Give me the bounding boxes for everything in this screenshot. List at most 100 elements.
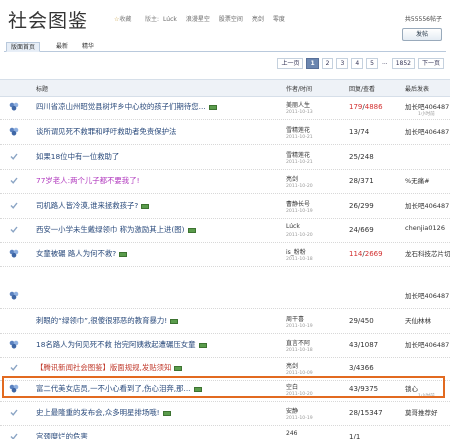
col-replies: 回复/查看 [349, 86, 376, 93]
tab-latest[interactable]: 最新 [52, 42, 72, 52]
thread-date: 2011-10-21 [286, 160, 313, 165]
image-attachment-icon [119, 251, 128, 257]
thread-title-link[interactable]: 宫颈糜烂的危害 [36, 431, 88, 439]
last-poster[interactable]: 天仙林林 [405, 315, 431, 325]
thread-title-link[interactable]: 77岁老人:两个儿子都不要我了! [36, 175, 140, 186]
last-poster[interactable]: 加长吧406487120 [405, 126, 450, 136]
thread-title-link[interactable]: 史上最隆重的发布会,众多明星排场哦! [36, 407, 171, 418]
reply-view-count: 3/4366 [349, 364, 374, 372]
moderator-link[interactable]: 亮剑 [252, 16, 264, 23]
thread-row[interactable]: 加长吧406487120 [0, 287, 450, 309]
last-post-time: 1小时前 [418, 112, 435, 117]
reply-count: 24 [349, 226, 358, 234]
favorite-link[interactable]: ☆收藏 [114, 14, 131, 23]
thread-author[interactable]: 亮剑 [286, 174, 298, 183]
moderator-link[interactable]: Lúck [163, 16, 177, 23]
thread-author[interactable]: is_粉粉 [286, 247, 306, 256]
thread-title: 77岁老人:两个儿子都不要我了! [36, 176, 140, 185]
thread-date: 2011-10-19 [286, 416, 313, 421]
thread-author[interactable]: 雪精莲花 [286, 125, 310, 134]
thread-status-icon [9, 176, 19, 185]
thread-status-icon [9, 432, 19, 439]
thread-author[interactable]: 美丽人生 [286, 100, 310, 109]
thread-title-link[interactable]: 司机路人皆冷漠,谁来拯救孩子? [36, 200, 150, 211]
thread-author[interactable]: Lúck [286, 223, 300, 230]
thread-row[interactable]: 刺眼的“绿领巾”,很傻很邪恶的教育暴力! 周干喜 2011-10-19 29/450 天… [0, 312, 450, 334]
thread-title-link[interactable]: 刺眼的“绿领巾”,很傻很邪恶的教育暴力! [36, 315, 179, 326]
thread-status-icon [9, 340, 19, 349]
col-author: 作者/时间 [286, 86, 313, 93]
thread-author[interactable]: 曹静长号 [286, 199, 310, 208]
thread-row[interactable]: 如果18位中有一位救助了 雪精莲花 2011-10-21 25/248 [0, 148, 450, 170]
last-poster[interactable]: %无痛# [405, 175, 430, 185]
page-5[interactable]: 5 [366, 58, 378, 69]
view-count: 4886 [364, 103, 383, 111]
reply-count: 1 [349, 433, 354, 439]
thread-row[interactable]: 西安一小学未生戴绿领巾 称为激励其上进(图) Lúck 2011-10-20 24/6… [0, 221, 450, 243]
thread-author[interactable]: 246 [286, 430, 297, 437]
last-poster[interactable]: 龙石科技芯片切 [405, 248, 450, 258]
reply-view-count: 25/248 [349, 153, 374, 161]
page-ellipsis: ... [380, 58, 389, 69]
page-3[interactable]: 3 [336, 58, 349, 69]
thread-author[interactable]: 雪精莲花 [286, 150, 310, 159]
thread-status-icon [9, 102, 19, 111]
reply-view-count: 28/15347 [349, 409, 383, 417]
thread-row[interactable]: 四川省凉山州昭觉县树坪乡中心校的孩子们期待您... 美丽人生 2011-10-13 1… [0, 98, 450, 120]
thread-row[interactable]: 宫颈糜烂的危害 246 1/1 [0, 428, 450, 439]
thread-row[interactable]: 女童被碾 路人为何不救? is_粉粉 2011-10-18 114/2669 龙石科技芯… [0, 245, 450, 267]
moderator-link[interactable]: 浪漫星空 [186, 16, 210, 23]
reply-view-count: 179/4886 [349, 103, 383, 111]
thread-title-link[interactable]: 如果18位中有一位救助了 [36, 151, 119, 162]
thread-date: 2011-10-20 [286, 184, 313, 189]
moderator-link[interactable]: 股票空间 [219, 16, 243, 23]
thread-title-link[interactable]: 18名路人为何见死不救 抬完阿姨救起遭碾压女童 [36, 339, 207, 350]
last-poster[interactable]: 加长吧406487120 [405, 290, 450, 300]
thread-row[interactable]: 18名路人为何见死不救 抬完阿姨救起遭碾压女童 直言不阿 2011-10-18 43/… [0, 336, 450, 358]
thread-title: 西安一小学未生戴绿领巾 称为激励其上进(图) [36, 225, 185, 234]
highlight-box [2, 376, 445, 398]
page-last[interactable]: 1852 [391, 58, 415, 69]
thread-row[interactable]: 77岁老人:两个儿子都不要我了! 亮剑 2011-10-20 28/371 %无痛# [0, 172, 450, 194]
next-page-button[interactable]: 下一页 [417, 58, 444, 69]
thread-date: 2011-10-13 [286, 110, 313, 115]
page-4[interactable]: 4 [351, 58, 364, 69]
thread-author[interactable]: 安静 [286, 406, 298, 415]
thread-author[interactable]: 周干喜 [286, 314, 304, 323]
last-poster[interactable]: chenjia0126 [405, 224, 445, 232]
last-poster[interactable]: 加长吧406487120 [405, 101, 450, 111]
tab-featured[interactable]: 精华 [78, 42, 98, 52]
thread-title: 女童被碾 路人为何不救? [36, 249, 117, 258]
last-poster[interactable]: 加长吧406487120 [405, 339, 450, 349]
thread-title-link[interactable]: 谈所谓见死不救罪和呼吁救助者免责保护法 [36, 126, 176, 137]
thread-author[interactable]: 直言不阿 [286, 338, 310, 347]
image-attachment-icon [198, 342, 207, 348]
thread-title-link[interactable]: 四川省凉山州昭觉县树坪乡中心校的孩子们期待您... [36, 101, 217, 112]
thread-title-link[interactable]: 西安一小学未生戴绿领巾 称为激励其上进(图) [36, 224, 196, 235]
favorite-label: 收藏 [119, 16, 132, 23]
page-2[interactable]: 2 [321, 58, 334, 69]
col-title: 标题 [36, 86, 49, 93]
moderator-link[interactable]: 零度 [273, 16, 285, 23]
last-poster[interactable]: 加长吧406487120 [405, 200, 450, 210]
thread-title-link[interactable]: 女童被碾 路人为何不救? [36, 248, 128, 259]
thread-status-icon [9, 363, 19, 372]
reply-view-count: 114/2669 [349, 250, 383, 258]
thread-author[interactable]: 亮剑 [286, 361, 298, 370]
view-count: 450 [360, 317, 374, 325]
thread-row[interactable]: 谈所谓见死不救罪和呼吁救助者免责保护法 雪精莲花 2011-10-21 13/74 加长… [0, 123, 450, 145]
view-count: 15347 [360, 409, 383, 417]
page-1[interactable]: 1 [306, 58, 319, 69]
moderators-label: 版主: [145, 16, 160, 23]
reply-count: 25 [349, 153, 358, 161]
view-count: 248 [360, 153, 374, 161]
image-attachment-icon [174, 365, 183, 371]
reply-count: 43 [349, 341, 358, 349]
last-poster[interactable]: 莫哥推荐好 [405, 407, 438, 417]
thread-title-link[interactable]: 【腾讯新闻社会图鉴】版面规规,发贴须知 [36, 362, 183, 373]
thread-row[interactable]: 史上最隆重的发布会,众多明星排场哦! 安静 2011-10-19 28/15347 莫哥… [0, 404, 450, 426]
prev-page-button[interactable]: 上一页 [277, 58, 304, 69]
tab-home[interactable]: 版面首页 [6, 42, 41, 52]
thread-row[interactable]: 司机路人皆冷漠,谁来拯救孩子? 曹静长号 2011-10-19 26/299 加长吧40… [0, 197, 450, 219]
view-count: 371 [360, 177, 374, 185]
